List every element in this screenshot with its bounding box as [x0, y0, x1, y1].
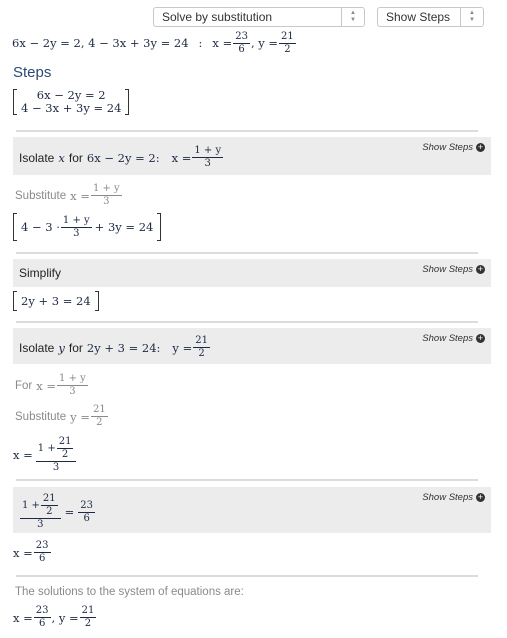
plus-circle-icon: + — [476, 264, 485, 274]
compound-fraction: 1 + 21 2 3 — [35, 436, 77, 473]
divider — [16, 252, 478, 254]
method-select[interactable]: Solve by substitution ▲ ▼ — [153, 7, 365, 27]
substituted-equation: 4 − 3 · 1 + y3 + 3y = 24 — [13, 213, 162, 241]
step-title-eq: 2y + 3 = 24: — [86, 340, 161, 355]
steps-select-value: Show Steps — [386, 10, 451, 24]
step-isolate-y[interactable]: Isolate y for 2y + 3 = 24: y = 21 2 Show … — [13, 328, 491, 364]
divider — [16, 575, 478, 577]
fraction: 23 6 — [233, 30, 250, 55]
show-steps-button[interactable]: Show Steps + — [422, 264, 485, 275]
x-result-prefix: x = — [13, 545, 33, 560]
for-expr-prefix: x = — [36, 378, 57, 393]
step-title-for: for — [68, 340, 83, 355]
steps-select[interactable]: Show Steps ▲ ▼ — [377, 7, 484, 27]
fraction: 21 2 — [279, 30, 296, 55]
step-title-eq: 6x − 2y = 2: — [86, 150, 160, 165]
substitute-expr-prefix: x = — [70, 188, 90, 203]
system-eq2: 4 − 3x + 3y = 24 — [21, 101, 122, 115]
plus-circle-icon: + — [476, 333, 485, 343]
fraction: 21 2 — [56, 436, 74, 460]
step-title: Simplify — [19, 266, 62, 280]
show-steps-label: Show Steps — [422, 333, 473, 344]
step-var: x — [58, 150, 65, 165]
compound-den: 3 — [37, 519, 44, 530]
substituted-eq-suffix: + 3y = 24 — [94, 220, 154, 234]
show-steps-button[interactable]: Show Steps + — [422, 142, 485, 153]
show-steps-label: Show Steps — [422, 492, 473, 503]
solution-label: The solutions to the system of equations… — [15, 586, 244, 598]
divider — [16, 479, 478, 481]
for-x-line: For x = 1 + y3 — [15, 374, 89, 397]
step-isolate-x[interactable]: Isolate x for 6x − 2y = 2: x = 1 + y3 Sh… — [13, 137, 491, 175]
step-result-prefix: y = — [172, 340, 193, 355]
problem-colon: : — [198, 36, 203, 50]
problem-line: 6x − 2y = 2, 4 − 3x + 3y = 24 : x = 23 6 … — [12, 31, 297, 55]
substitute-x-line: Substitute x = 1 + y3 — [15, 184, 123, 207]
problem-equations: 6x − 2y = 2, 4 − 3x + 3y = 24 — [12, 36, 189, 50]
fraction: 21 2 — [193, 335, 210, 359]
divider — [16, 321, 478, 323]
system-of-equations: 6x − 2y = 2 4 − 3x + 3y = 24 — [13, 89, 130, 115]
select-arrows-icon: ▲ ▼ — [341, 8, 364, 26]
fraction: 23 6 — [33, 540, 51, 564]
substitute-label: Substitute — [15, 189, 67, 202]
substitute-y-line: Substitute y = 21 2 — [15, 405, 109, 428]
fraction: 21 2 — [79, 605, 97, 629]
final-prefix: x = — [13, 610, 33, 625]
simplified-equation: 2y + 3 = 24 — [13, 291, 99, 311]
compound-num-lead: 1 + — [22, 499, 40, 511]
step-title-for: for — [68, 150, 83, 165]
show-steps-button[interactable]: Show Steps + — [422, 492, 485, 503]
equals-sign: = — [64, 505, 75, 519]
step-simplify[interactable]: Simplify Show Steps + — [13, 259, 491, 287]
divider — [16, 130, 478, 132]
show-steps-label: Show Steps — [422, 142, 473, 153]
fraction: 1 + y3 — [192, 145, 224, 169]
step-title-prefix: Isolate — [19, 340, 55, 355]
step-evaluate[interactable]: 1 + 21 2 3 = 23 6 Show Steps + — [13, 487, 491, 533]
step-var: y — [58, 340, 65, 355]
x-result: x = 23 6 — [13, 541, 52, 564]
fraction: 23 6 — [33, 605, 51, 629]
fraction: 21 2 — [90, 404, 108, 428]
fraction: 1 + y3 — [90, 183, 122, 207]
compound-num-lead: 1 + — [37, 442, 56, 454]
substitute-expr-prefix: y = — [70, 409, 90, 424]
method-select-value: Solve by substitution — [162, 10, 273, 24]
final-separator: , y = — [51, 610, 79, 625]
step-title-prefix: Isolate — [19, 150, 55, 165]
fraction: 1 + y3 — [60, 214, 92, 239]
compound-den: 3 — [52, 462, 60, 473]
substitute-label: Substitute — [15, 410, 67, 423]
for-label: For — [15, 379, 33, 392]
plus-circle-icon: + — [476, 142, 485, 152]
fraction: 1 + y3 — [57, 373, 88, 397]
select-arrows-icon: ▲ ▼ — [460, 8, 483, 26]
fraction: 21 2 — [40, 493, 58, 517]
fraction: 23 6 — [78, 499, 96, 524]
show-steps-button[interactable]: Show Steps + — [422, 333, 485, 344]
plus-circle-icon: + — [476, 492, 485, 502]
x-expr-prefix: x = — [13, 448, 33, 462]
substituted-eq-prefix: 4 − 3 · — [21, 220, 60, 234]
problem-solution-prefix: x = — [212, 36, 233, 50]
show-steps-label: Show Steps — [422, 264, 473, 275]
x-compound-expression: x = 1 + 21 2 3 — [13, 437, 77, 473]
problem-separator: , y = — [250, 36, 279, 50]
simplified-eq: 2y + 3 = 24 — [21, 294, 91, 308]
step-result-prefix: x = — [171, 150, 192, 165]
final-solution: x = 23 6 , y = 21 2 — [13, 606, 97, 629]
steps-heading: Steps — [13, 64, 52, 81]
compound-fraction: 1 + 21 2 3 — [20, 494, 61, 530]
